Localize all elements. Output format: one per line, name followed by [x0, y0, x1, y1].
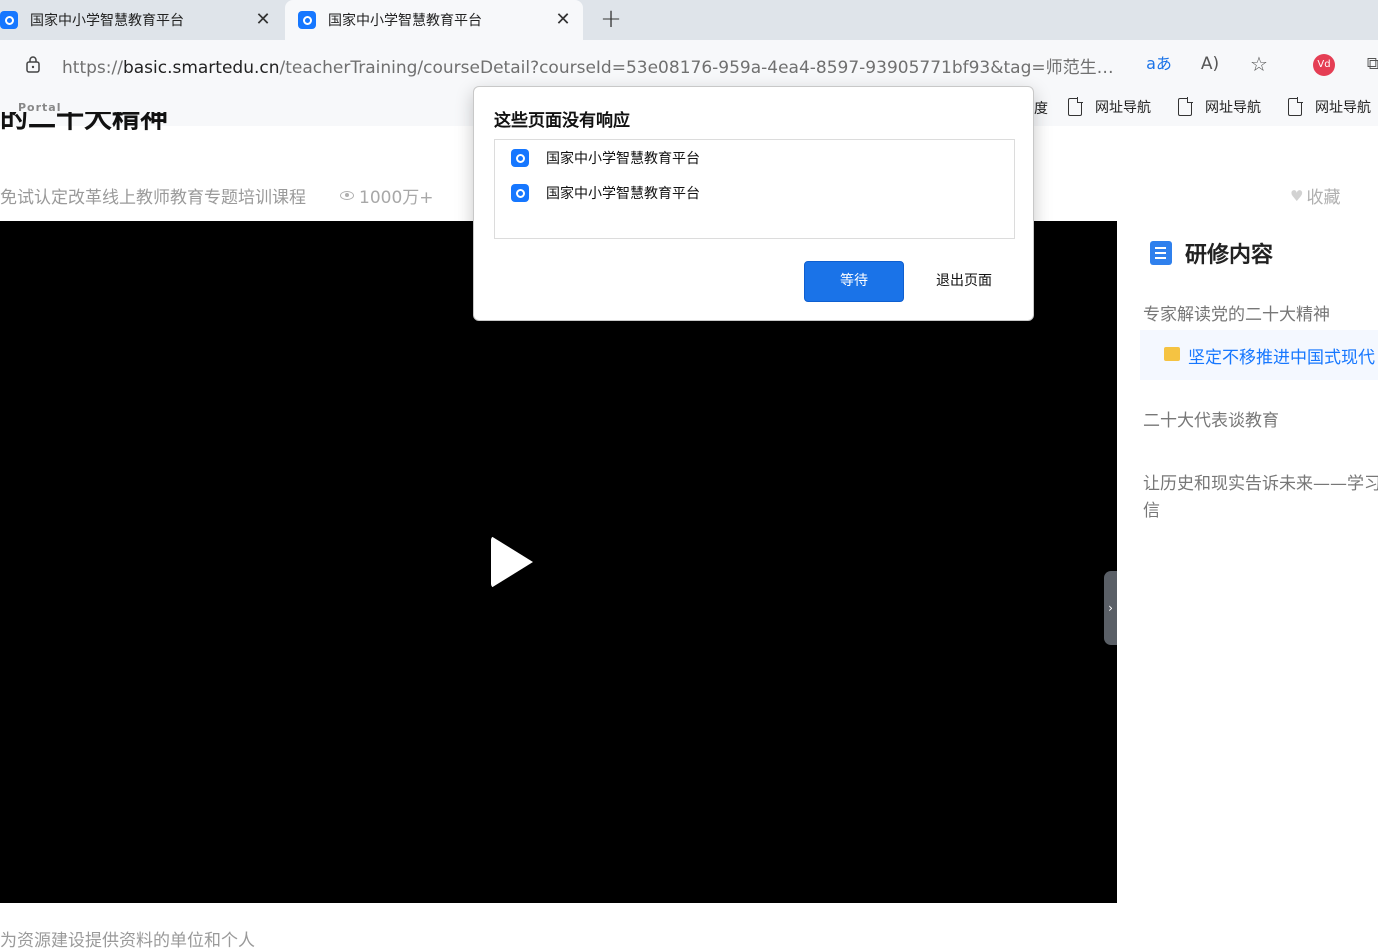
- favorite-label: 收藏: [1306, 188, 1341, 208]
- heart-icon: ♥: [1290, 186, 1304, 205]
- credits-text: 为资源建设提供资料的单位和个人: [0, 931, 255, 951]
- browser-tab-1[interactable]: 国家中小学智慧教育平台 ✕: [0, 0, 283, 40]
- address-bar: https://basic.smartedu.cn/teacherTrainin…: [0, 40, 1378, 88]
- course-title: 的二十大精神: [0, 112, 169, 134]
- sidebar-item[interactable]: 让历史和现实告诉未来——学习: [1143, 469, 1378, 494]
- extensions-icon[interactable]: ⧉: [1366, 52, 1378, 76]
- eye-icon: [340, 191, 354, 200]
- favorite-star-icon[interactable]: ☆: [1246, 52, 1272, 76]
- unresponsive-dialog: 这些页面没有响应 国家中小学智慧教育平台 国家中小学智慧教育平台 等待 退出页面: [473, 86, 1034, 321]
- bookmark-item[interactable]: 网址导航: [1178, 97, 1261, 117]
- bookmark-item[interactable]: 网址导航: [1068, 97, 1151, 117]
- list-item: 国家中小学智慧教育平台: [511, 183, 700, 203]
- page-name: 国家中小学智慧教育平台: [546, 186, 700, 202]
- book-icon: [1150, 241, 1172, 265]
- sidebar-item-continued[interactable]: 信: [1143, 496, 1160, 521]
- smartedu-favicon-icon: [511, 149, 529, 167]
- collapse-sidebar-button[interactable]: ›: [1104, 571, 1117, 645]
- read-aloud-icon[interactable]: A): [1198, 52, 1222, 76]
- smartedu-favicon-icon: [0, 11, 18, 29]
- sidebar-item-label: 坚定不移推进中国式现代: [1188, 348, 1375, 368]
- url-field[interactable]: https://basic.smartedu.cn/teacherTrainin…: [62, 53, 1122, 78]
- view-count: 1000万+: [340, 183, 434, 208]
- sidebar-item[interactable]: 专家解读党的二十大精神: [1143, 300, 1330, 325]
- bookmark-item[interactable]: 网址导航: [1288, 97, 1371, 117]
- view-count-value: 1000万+: [359, 188, 434, 208]
- bookmark-item-cut[interactable]: 度: [1034, 98, 1048, 118]
- course-subtitle: 免试认定改革线上教师教育专题培训课程: [0, 188, 306, 208]
- sidebar-title: 研修内容: [1185, 243, 1274, 268]
- tab-title: 国家中小学智慧教育平台: [30, 13, 184, 29]
- video-player[interactable]: [0, 221, 1117, 903]
- bookmark-label: 网址导航: [1205, 100, 1261, 116]
- browser-tab-2-active[interactable]: 国家中小学智慧教育平台 ✕: [285, 0, 583, 40]
- play-icon[interactable]: [491, 536, 533, 588]
- unresponsive-page-list: 国家中小学智慧教育平台 国家中小学智慧教育平台: [494, 139, 1015, 239]
- immersive-reader-icon[interactable]: aあ: [1146, 52, 1172, 76]
- new-tab-button[interactable]: +: [598, 6, 624, 32]
- page-icon: [1178, 97, 1193, 116]
- list-item: 国家中小学智慧教育平台: [511, 148, 700, 168]
- tab-close-icon[interactable]: ✕: [253, 10, 273, 30]
- page-name: 国家中小学智慧教育平台: [546, 151, 700, 167]
- url-host: basic.smartedu.cn: [122, 58, 280, 78]
- url-path: /teacherTraining/courseDetail?courseId=5…: [279, 58, 1122, 78]
- tab-strip: 国家中小学智慧教育平台 ✕ 国家中小学智慧教育平台 ✕ +: [0, 0, 1378, 40]
- profile-avatar[interactable]: Vd: [1313, 54, 1335, 76]
- bookmark-label: 网址导航: [1095, 100, 1151, 116]
- url-scheme: https://: [62, 58, 123, 78]
- dialog-title: 这些页面没有响应: [494, 111, 630, 131]
- favorite-button[interactable]: ♥ 收藏: [1290, 183, 1341, 209]
- wait-button[interactable]: 等待: [804, 261, 904, 302]
- lock-icon[interactable]: [25, 55, 41, 73]
- smartedu-favicon-icon: [511, 184, 529, 202]
- bookmark-label: 网址导航: [1315, 100, 1371, 116]
- smartedu-favicon-icon: [298, 11, 316, 29]
- sidebar-heading: 研修内容: [1150, 237, 1273, 269]
- exit-page-button[interactable]: 退出页面: [920, 261, 1008, 302]
- sidebar-item-active[interactable]: 坚定不移推进中国式现代: [1140, 330, 1378, 380]
- tab-title: 国家中小学智慧教育平台: [328, 13, 482, 29]
- lesson-icon: [1164, 347, 1180, 361]
- page-icon: [1288, 97, 1303, 116]
- sidebar-item[interactable]: 二十大代表谈教育: [1143, 406, 1279, 431]
- page-icon: [1068, 97, 1083, 116]
- tab-close-icon[interactable]: ✕: [553, 10, 573, 30]
